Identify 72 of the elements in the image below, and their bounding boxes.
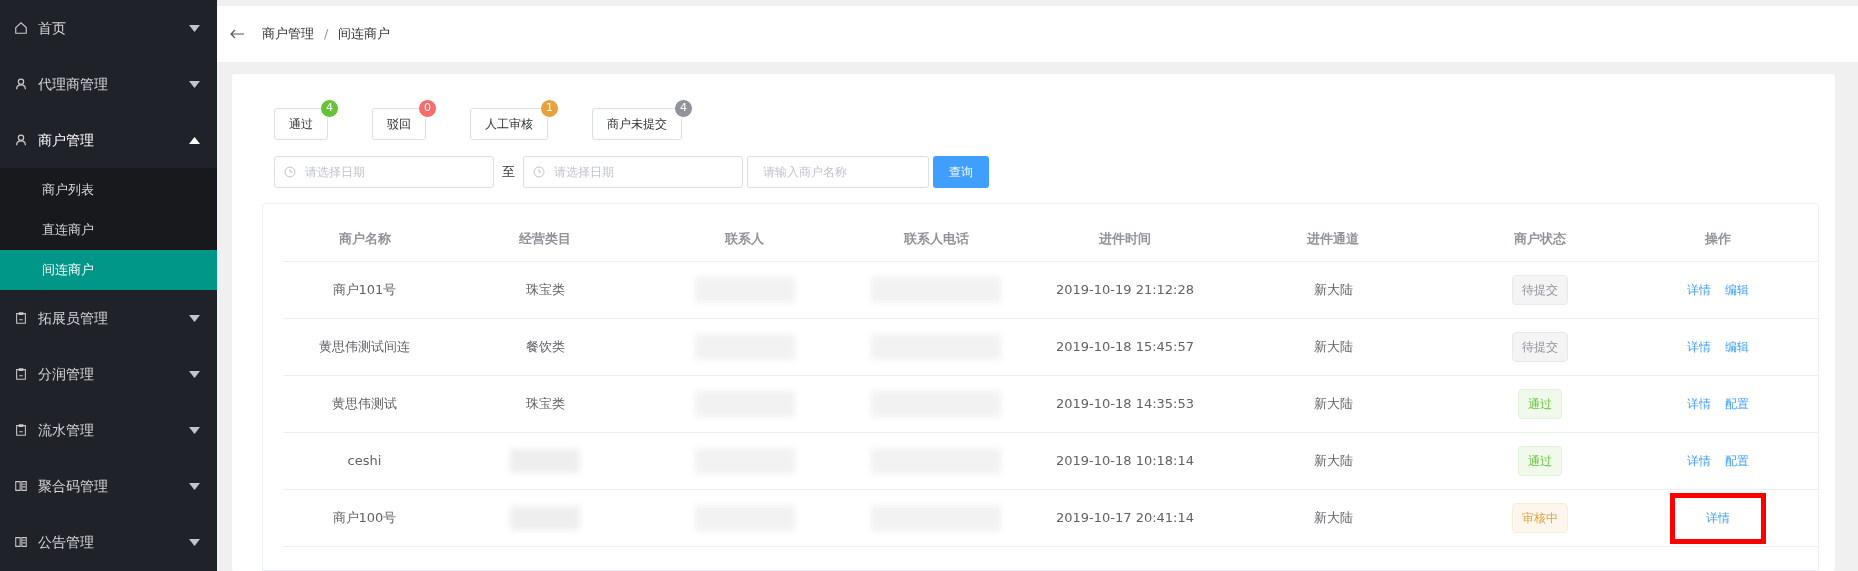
breadcrumb-item: / xyxy=(324,25,329,44)
table-cell-text: ceshi xyxy=(347,452,382,471)
status-tag: 审核中 xyxy=(1512,503,1568,533)
menu-item[interactable]: 商户管理 xyxy=(0,112,217,168)
column-header: 进件通道 xyxy=(1306,229,1360,248)
table-cell-text: 餐饮类 xyxy=(525,338,565,357)
table-cell-text: 2019-10-18 14:35:53 xyxy=(1055,395,1195,414)
caret-icon xyxy=(189,482,200,490)
user-icon xyxy=(14,133,28,147)
column-header: 操作 xyxy=(1703,229,1732,248)
menu-item[interactable]: 公告管理 xyxy=(0,514,217,570)
user-icon xyxy=(14,77,28,91)
clock-icon xyxy=(284,166,296,178)
merchant-name-field[interactable]: 请输入商户名称 xyxy=(747,156,929,188)
submenu-item[interactable]: 商户列表 xyxy=(0,170,217,210)
menu-item[interactable]: 聚合码管理 xyxy=(0,458,217,514)
table-cell-text: 黄思伟测试 xyxy=(332,395,397,414)
table-cell-text: 新大陆 xyxy=(1313,452,1353,471)
column-header: 商户状态 xyxy=(1513,229,1567,248)
book-icon xyxy=(14,535,28,549)
menu-item[interactable]: 首页 xyxy=(0,0,217,56)
table-cell-text: 黄思伟测试间连 xyxy=(319,338,410,357)
book-icon xyxy=(14,479,28,493)
table-cell-text: 新大陆 xyxy=(1313,509,1353,528)
caret-icon xyxy=(189,24,200,32)
column-header: 联系人电话 xyxy=(902,229,970,248)
table-cell-text: 2019-10-17 20:41:14 xyxy=(1055,509,1195,528)
caret-icon xyxy=(189,136,200,144)
table-cell-text: 2019-10-19 21:12:28 xyxy=(1055,281,1195,300)
caret-icon xyxy=(189,314,200,322)
table-cell-text: 2019-10-18 15:45:57 xyxy=(1055,338,1195,357)
column-header: 经营类目 xyxy=(518,229,572,248)
clipboard-icon xyxy=(14,423,28,437)
menu-item[interactable]: 代理商管理 xyxy=(0,56,217,112)
date-picker-field[interactable]: 请选择日期 xyxy=(274,156,494,188)
column-header: 联系人 xyxy=(724,229,765,248)
menu-item[interactable]: 流水管理 xyxy=(0,402,217,458)
caret-icon xyxy=(189,80,200,88)
menu-item[interactable]: 分润管理 xyxy=(0,346,217,402)
table-cell-text: 新大陆 xyxy=(1313,338,1353,357)
count-badge: 4 xyxy=(320,99,339,118)
submenu-item[interactable]: 直连商户 xyxy=(0,210,217,250)
status-tag: 待提交 xyxy=(1512,332,1568,362)
table-cell-text: 珠宝类 xyxy=(525,395,565,414)
range-separator: 至 xyxy=(502,163,515,182)
caret-icon xyxy=(189,426,200,434)
menu-item[interactable]: 拓展员管理 xyxy=(0,290,217,346)
count-badge: 0 xyxy=(418,99,437,118)
column-header: 商户名称 xyxy=(337,229,392,248)
submenu-item[interactable]: 间连商户 xyxy=(0,250,217,290)
table-cell-text: 2019-10-18 10:18:14 xyxy=(1055,452,1195,471)
table-cell-text: 珠宝类 xyxy=(525,281,565,300)
date-picker-field[interactable]: 请选择日期 xyxy=(523,156,743,188)
back-arrow-icon[interactable] xyxy=(230,29,244,39)
count-badge: 1 xyxy=(540,99,559,118)
caret-icon xyxy=(189,370,200,378)
home-icon xyxy=(14,21,28,35)
count-badge: 4 xyxy=(674,99,693,118)
table-cell-text: 新大陆 xyxy=(1313,281,1353,300)
column-header: 进件时间 xyxy=(1098,229,1152,248)
breadcrumb-item: 间连商户 xyxy=(338,25,391,44)
status-tag: 通过 xyxy=(1518,446,1562,476)
table-cell-text: 新大陆 xyxy=(1313,395,1353,414)
table-cell-text: 商户100号 xyxy=(332,509,397,528)
status-tag: 通过 xyxy=(1518,389,1562,419)
table-cell-text: 商户101号 xyxy=(332,281,397,300)
clipboard-icon xyxy=(14,367,28,381)
clipboard-icon xyxy=(14,311,28,325)
status-tag: 待提交 xyxy=(1512,275,1568,305)
caret-icon xyxy=(189,538,200,546)
breadcrumb-item[interactable]: 商户管理 xyxy=(262,24,314,44)
clock-icon xyxy=(533,166,545,178)
